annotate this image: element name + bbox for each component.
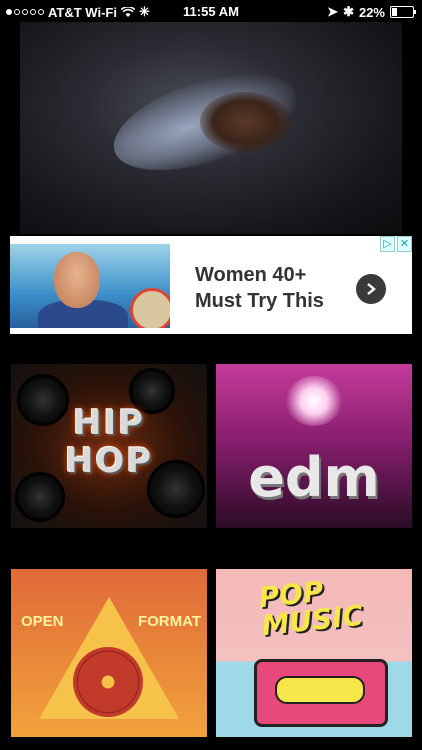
format-label: FORMAT	[137, 613, 201, 630]
video-frame-detail	[200, 92, 290, 152]
pop-music-label: POP MUSIC	[257, 574, 365, 643]
status-right: ➤ ✱ 22%	[327, 4, 416, 20]
edm-label: edm	[248, 446, 380, 509]
battery-percent: 22%	[358, 4, 385, 20]
vinyl-record-icon	[73, 647, 143, 717]
genre-tile-hiphop[interactable]: HIP HOP	[11, 364, 207, 528]
ad-arrow-button[interactable]	[356, 274, 386, 304]
cassette-tape-icon	[254, 659, 388, 727]
status-bar: AT&T Wi-Fi ✳ 11:55 AM ➤ ✱ 22%	[0, 0, 422, 22]
ad-image	[10, 244, 170, 328]
pop-label-line2: MUSIC	[259, 598, 365, 643]
genre-tile-open-format[interactable]: OPEN FORMAT	[11, 569, 207, 737]
ad-title: Women 40+ Must Try This	[195, 262, 345, 314]
hiphop-label: HIP HOP	[11, 404, 207, 480]
ad-choices-badge[interactable]: ▷ ✕	[380, 236, 412, 252]
hiphop-label-line2: HOP	[64, 441, 154, 481]
video-player[interactable]	[20, 22, 402, 234]
genre-tile-edm[interactable]: edm	[216, 364, 412, 528]
ad-title-line2: Must Try This	[195, 290, 324, 312]
bluetooth-icon: ✱	[343, 4, 354, 19]
heart-icon	[286, 376, 342, 426]
hiphop-label-line1: HIP	[72, 403, 146, 443]
ad-inset-image	[130, 288, 170, 328]
ad-title-line1: Women 40+	[195, 264, 307, 286]
battery-icon	[390, 6, 416, 18]
genre-tile-pop-music[interactable]: POP MUSIC	[216, 569, 412, 737]
open-label: OPEN	[21, 613, 64, 630]
ad-banner[interactable]: Women 40+ Must Try This ▷ ✕	[10, 236, 412, 334]
ad-choices-icon[interactable]: ▷	[380, 236, 395, 252]
chevron-right-icon	[367, 283, 376, 295]
location-arrow-icon: ➤	[327, 4, 339, 19]
ad-close-icon[interactable]: ✕	[397, 236, 412, 252]
